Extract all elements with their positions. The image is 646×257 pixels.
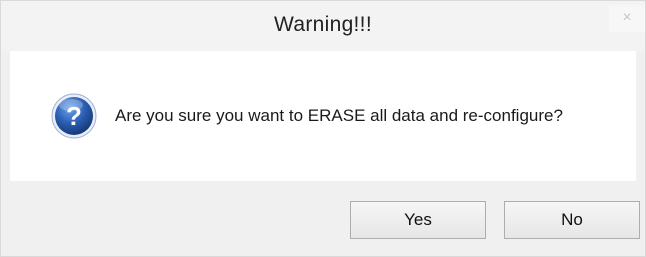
close-icon: × bbox=[622, 9, 632, 26]
dialog-message: Are you sure you want to ERASE all data … bbox=[115, 106, 563, 125]
warning-dialog: Warning!!! × ? Are you sure you want to … bbox=[0, 0, 646, 257]
close-button[interactable]: × bbox=[609, 5, 645, 32]
no-button[interactable]: No bbox=[504, 201, 640, 239]
question-icon: ? bbox=[51, 93, 97, 139]
title-bar[interactable]: Warning!!! × bbox=[1, 1, 645, 51]
dialog-title: Warning!!! bbox=[274, 13, 372, 36]
svg-text:?: ? bbox=[66, 101, 82, 131]
yes-button[interactable]: Yes bbox=[350, 201, 486, 239]
dialog-content: ? Are you sure you want to ERASE all dat… bbox=[10, 51, 636, 181]
button-bar: Yes No bbox=[10, 181, 640, 249]
